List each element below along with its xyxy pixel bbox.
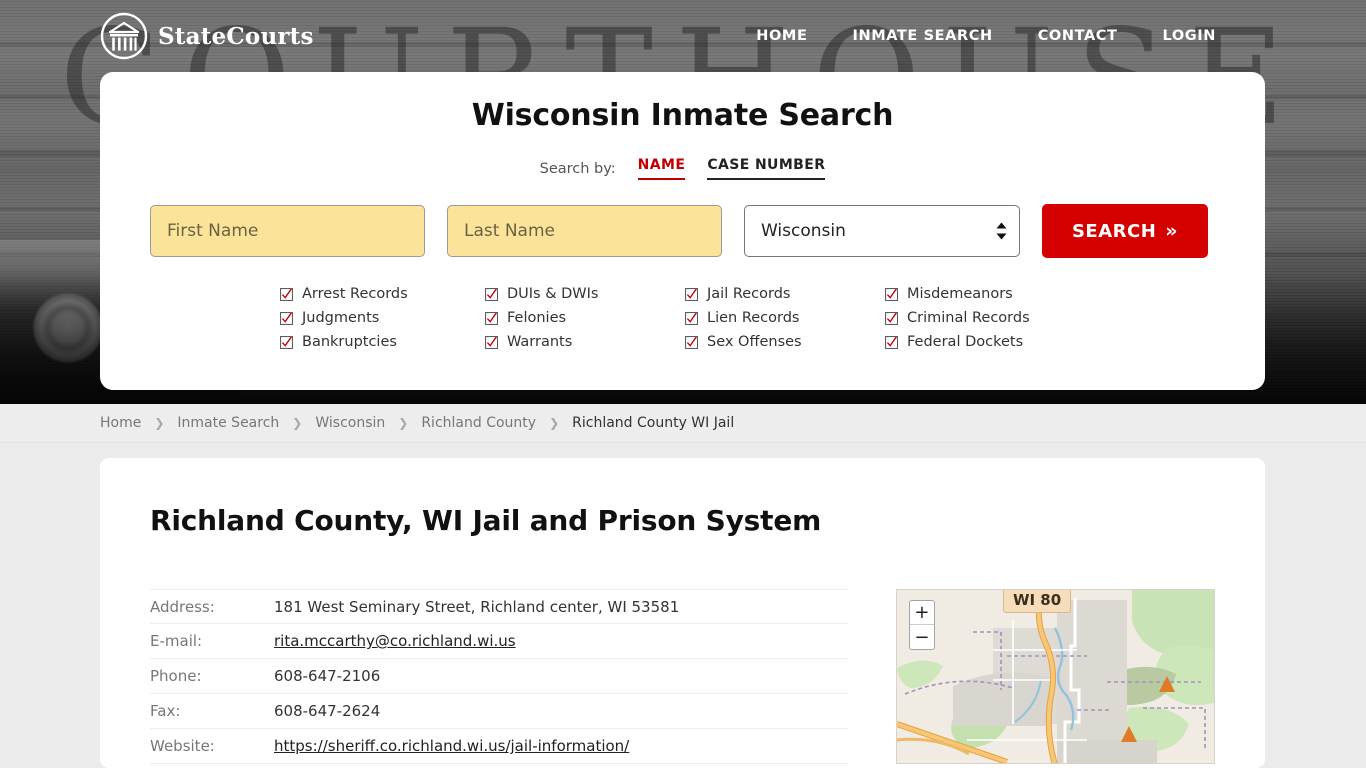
checkbox-checked-icon (885, 287, 898, 301)
map-tiles (896, 590, 1214, 763)
jail-detail-card: Richland County, WI Jail and Prison Syst… (100, 458, 1265, 768)
checkbox-checked-icon (885, 335, 898, 349)
website-link[interactable]: https://sheriff.co.richland.wi.us/jail-i… (274, 737, 629, 755)
search-form-row: Wisconsin SEARCH » (150, 204, 1215, 258)
check-item-label: Felonies (507, 310, 567, 326)
info-label-fax: Fax: (150, 702, 181, 720)
info-label-website: Website: (150, 737, 215, 755)
checkbox-checked-icon (685, 335, 698, 349)
tab-search-by-case-number[interactable]: CASE NUMBER (707, 157, 826, 180)
first-name-input[interactable] (150, 205, 425, 257)
main-navigation: HOME INMATE SEARCH CONTACT LOGIN (756, 28, 1216, 44)
table-row: Address: 181 West Seminary Street, Richl… (150, 589, 848, 624)
table-row: Website: https://sheriff.co.richland.wi.… (150, 729, 848, 764)
zoom-in-button[interactable]: + (909, 601, 934, 625)
check-item-label: Bankruptcies (302, 334, 397, 350)
checkbox-checked-icon (485, 287, 498, 301)
check-item-label: Warrants (507, 334, 573, 350)
highway-shield-label: WI 80 (1002, 590, 1072, 613)
table-row: Phone: 608-647-2106 (150, 659, 848, 694)
map-zoom-controls[interactable]: + − (908, 600, 935, 650)
brand-logo-link[interactable]: StateCourts (100, 12, 314, 60)
location-map[interactable]: + − WI 80 (895, 589, 1215, 764)
breadcrumb-item-richland-county[interactable]: Richland County (421, 415, 536, 431)
detail-area: Address: 181 West Seminary Street, Richl… (150, 589, 1215, 764)
check-item: Federal Dockets (885, 330, 1085, 354)
check-item-label: Judgments (302, 310, 380, 326)
search-by-label: Search by: (539, 160, 616, 177)
nav-item-login[interactable]: LOGIN (1163, 28, 1216, 44)
search-button-label: SEARCH (1071, 220, 1157, 242)
tab-search-by-name[interactable]: NAME (637, 157, 686, 180)
check-item-label: Arrest Records (302, 286, 408, 302)
check-item-label: DUIs & DWIs (507, 286, 599, 302)
check-item-label: Criminal Records (907, 310, 1030, 326)
checkbox-checked-icon (685, 287, 698, 301)
checkbox-checked-icon (280, 335, 293, 349)
checkbox-checked-icon (280, 287, 293, 301)
check-item: Jail Records (685, 282, 885, 306)
check-item: DUIs & DWIs (485, 282, 685, 306)
site-header: StateCourts HOME INMATE SEARCH CONTACT L… (0, 0, 1366, 72)
table-row: Fax: 608-647-2624 (150, 694, 848, 729)
brand-name: StateCourts (158, 22, 314, 50)
page-title: Richland County, WI Jail and Prison Syst… (150, 504, 822, 537)
info-label-address: Address: (150, 597, 215, 616)
check-item: Warrants (485, 330, 685, 354)
check-item: Arrest Records (280, 282, 485, 306)
search-by-row: Search by: NAME CASE NUMBER (150, 157, 1215, 180)
zoom-out-button[interactable]: − (910, 625, 934, 649)
chevron-right-icon: ❯ (154, 416, 165, 430)
table-row: E-mail: rita.mccarthy@co.richland.wi.us (150, 624, 848, 659)
check-item-label: Sex Offenses (707, 334, 802, 350)
inmate-search-card: Wisconsin Inmate Search Search by: NAME … (100, 72, 1265, 390)
chevron-right-icon: ❯ (549, 416, 560, 430)
nav-item-home[interactable]: HOME (756, 28, 807, 44)
record-type-checklist: Arrest Records DUIs & DWIs Jail Records … (150, 282, 1215, 354)
check-item-label: Misdemeanors (907, 286, 1013, 302)
breadcrumb-item-wisconsin[interactable]: Wisconsin (315, 415, 385, 431)
checkbox-checked-icon (685, 311, 698, 325)
state-select[interactable]: Wisconsin (744, 205, 1020, 257)
chevron-right-icon: ❯ (292, 416, 303, 430)
email-link[interactable]: rita.mccarthy@co.richland.wi.us (274, 632, 516, 650)
checkbox-checked-icon (885, 311, 898, 325)
check-item: Bankruptcies (280, 330, 485, 354)
search-card-title: Wisconsin Inmate Search (471, 98, 894, 133)
breadcrumb-bar: Home ❯ Inmate Search ❯ Wisconsin ❯ Richl… (0, 404, 1366, 443)
search-button[interactable]: SEARCH » (1042, 204, 1208, 258)
double-chevron-right-icon: » (1165, 219, 1179, 242)
check-item-label: Jail Records (707, 286, 791, 302)
nav-item-contact[interactable]: CONTACT (1038, 28, 1118, 44)
check-item: Judgments (280, 306, 485, 330)
breadcrumb-item-home[interactable]: Home (100, 415, 141, 431)
checkbox-checked-icon (280, 311, 293, 325)
breadcrumb-item-inmate-search[interactable]: Inmate Search (177, 415, 279, 431)
checkbox-checked-icon (485, 335, 498, 349)
breadcrumb-item-current: Richland County WI Jail (572, 415, 735, 431)
checkbox-checked-icon (485, 311, 498, 325)
chevron-right-icon: ❯ (398, 416, 409, 430)
info-value-website: https://sheriff.co.richland.wi.us/jail-i… (274, 737, 629, 755)
check-item-label: Lien Records (707, 310, 800, 326)
check-item: Misdemeanors (885, 282, 1085, 306)
info-value-fax: 608-647-2624 (274, 702, 381, 720)
check-item: Criminal Records (885, 306, 1085, 330)
info-value-email: rita.mccarthy@co.richland.wi.us (274, 632, 516, 650)
nav-item-inmate-search[interactable]: INMATE SEARCH (852, 28, 992, 44)
state-select-wrapper: Wisconsin (744, 205, 1020, 257)
check-item: Lien Records (685, 306, 885, 330)
check-item-label: Federal Dockets (907, 334, 1024, 350)
check-item: Felonies (485, 306, 685, 330)
facility-info-table: Address: 181 West Seminary Street, Richl… (150, 589, 848, 764)
breadcrumb: Home ❯ Inmate Search ❯ Wisconsin ❯ Richl… (100, 415, 734, 431)
info-label-phone: Phone: (150, 667, 202, 685)
info-value-address: 181 West Seminary Street, Richland cente… (274, 597, 680, 616)
info-label-email: E-mail: (150, 632, 203, 650)
last-name-input[interactable] (447, 205, 722, 257)
courthouse-circle-logo-icon (100, 12, 148, 60)
check-item: Sex Offenses (685, 330, 885, 354)
info-value-phone: 608-647-2106 (274, 667, 381, 685)
